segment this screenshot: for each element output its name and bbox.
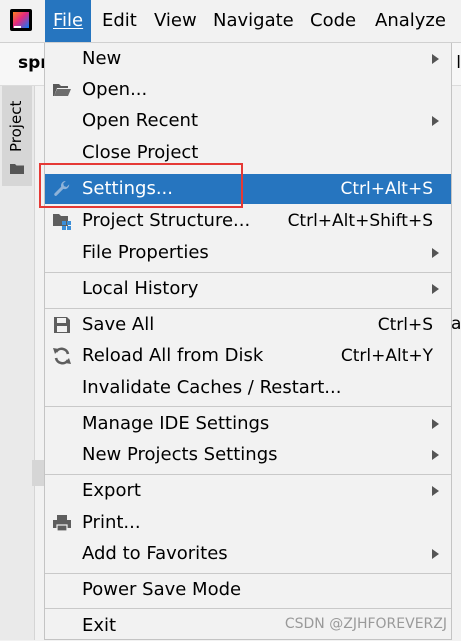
wrench-icon — [54, 181, 70, 196]
menu-item-label: New — [82, 48, 122, 69]
watermark: CSDN @ZJHFOREVERZJ — [284, 616, 447, 632]
menu-edit[interactable]: Edit — [94, 0, 145, 42]
menu-item-label: File Properties — [82, 242, 209, 263]
menu-file[interactable]: File — [45, 0, 92, 42]
submenu-arrow-icon — [432, 549, 439, 559]
submenu-arrow-icon — [432, 450, 439, 460]
menu-separator — [45, 272, 451, 273]
menu-item-reload-all[interactable]: Reload All from Disk Ctrl+Alt+Y — [45, 341, 451, 371]
printer-icon — [53, 515, 71, 532]
folder-icon — [10, 164, 24, 174]
menu-item-project-structure[interactable]: Project Structure... Ctrl+Alt+Shift+S — [45, 206, 451, 236]
submenu-arrow-icon — [432, 419, 439, 429]
menu-separator — [45, 406, 451, 407]
save-icon — [54, 317, 70, 333]
menu-item-label: New Projects Settings — [82, 444, 278, 465]
submenu-arrow-icon — [432, 116, 439, 126]
menu-item-local-history[interactable]: Local History — [45, 274, 451, 304]
menu-item-label: Add to Favorites — [82, 543, 228, 564]
file-menu-dropdown: New Open... Open Recent Close Project Se… — [44, 43, 452, 640]
menu-item-settings[interactable]: Settings... Ctrl+Alt+S — [45, 174, 451, 204]
menu-separator — [45, 573, 451, 574]
reload-icon — [53, 347, 71, 365]
menu-item-shortcut: Ctrl+Alt+S — [340, 179, 433, 199]
menu-item-file-properties[interactable]: File Properties — [45, 238, 451, 268]
menu-item-export[interactable]: Export — [45, 476, 451, 506]
menu-item-label: Project Structure... — [82, 210, 251, 231]
submenu-arrow-icon — [432, 486, 439, 496]
submenu-arrow-icon — [432, 54, 439, 64]
navigation-tail-text: l — [456, 53, 461, 73]
menu-item-shortcut: Ctrl+Alt+Shift+S — [287, 211, 433, 231]
menu-item-add-to-favorites[interactable]: Add to Favorites — [45, 539, 451, 569]
menu-item-label: Power Save Mode — [82, 579, 242, 600]
menu-navigate[interactable]: Navigate — [205, 0, 302, 42]
menu-item-label: Exit — [82, 615, 117, 636]
menu-code[interactable]: Code — [302, 0, 364, 42]
submenu-arrow-icon — [432, 284, 439, 294]
menu-item-label: Open... — [82, 79, 148, 100]
intellij-logo-icon[interactable] — [10, 9, 32, 31]
menu-item-label: Open Recent — [82, 110, 199, 131]
menu-item-label: Reload All from Disk — [82, 345, 264, 366]
menu-separator — [45, 308, 451, 309]
side-scroll-handle[interactable] — [32, 460, 44, 486]
menu-analyze[interactable]: Analyze — [367, 0, 454, 42]
menu-bar: File Edit View Navigate Code Analyze — [0, 0, 461, 43]
menu-item-label: Local History — [82, 278, 199, 299]
folder-open-icon — [53, 84, 71, 96]
menu-item-invalidate-caches[interactable]: Invalidate Caches / Restart... — [45, 373, 451, 403]
menu-item-print[interactable]: Print... — [45, 508, 451, 538]
menu-item-open[interactable]: Open... — [45, 75, 451, 105]
menu-item-label: Close Project — [82, 142, 199, 163]
menu-item-manage-ide-settings[interactable]: Manage IDE Settings — [45, 409, 451, 439]
menu-item-shortcut: Ctrl+Alt+Y — [340, 346, 433, 366]
menu-item-open-recent[interactable]: Open Recent — [45, 106, 451, 136]
menu-item-close-project[interactable]: Close Project — [45, 138, 451, 168]
project-structure-icon — [53, 214, 71, 230]
menu-item-shortcut: Ctrl+S — [377, 315, 433, 335]
menu-item-label: Manage IDE Settings — [82, 413, 270, 434]
menu-item-new-projects-settings[interactable]: New Projects Settings — [45, 440, 451, 470]
menu-item-label: Export — [82, 480, 141, 501]
background-text-fragment: a — [451, 314, 461, 334]
menu-item-label: Save All — [82, 314, 155, 335]
menu-view[interactable]: View — [146, 0, 205, 42]
menu-item-save-all[interactable]: Save All Ctrl+S — [45, 310, 451, 340]
menu-item-power-save-mode[interactable]: Power Save Mode — [45, 575, 451, 605]
menu-separator — [45, 474, 451, 475]
menu-item-label: Settings... — [82, 178, 173, 199]
project-tab-label: Project — [7, 100, 25, 152]
menu-separator — [45, 608, 451, 609]
submenu-arrow-icon — [432, 248, 439, 258]
menu-item-label: Invalidate Caches / Restart... — [82, 377, 342, 398]
menu-item-label: Print... — [82, 512, 141, 533]
menu-item-new[interactable]: New — [45, 44, 451, 74]
